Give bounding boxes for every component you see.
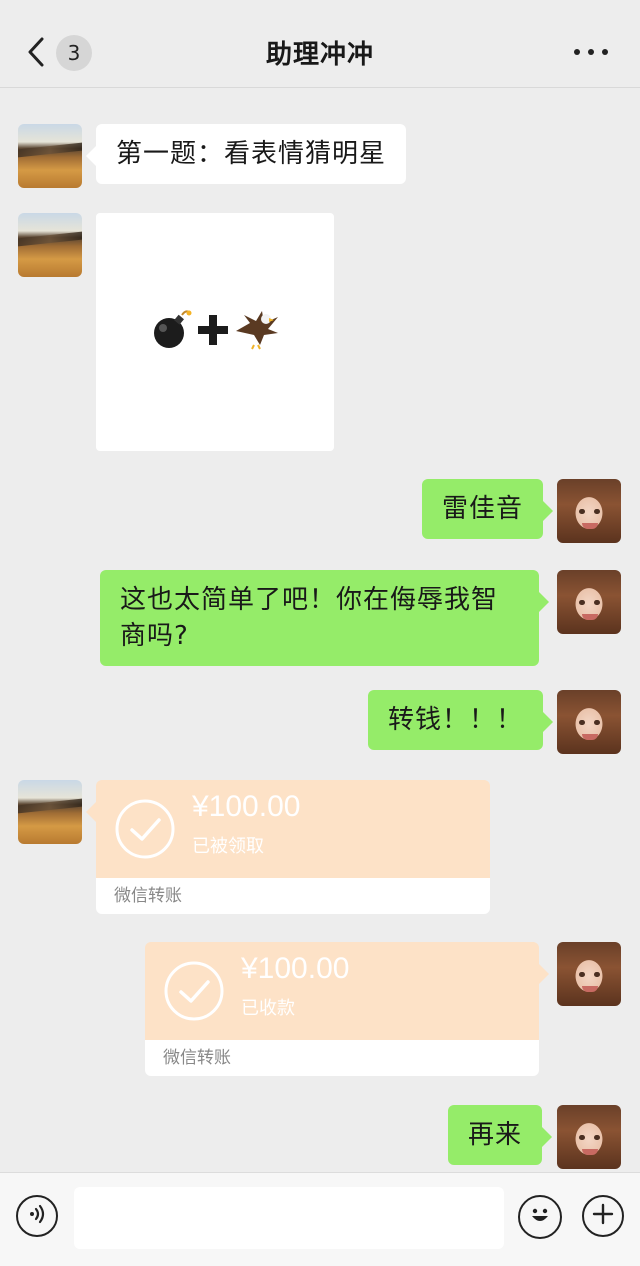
message-bubble[interactable]: 转钱！！！ (368, 690, 554, 750)
plus-icon (591, 1202, 615, 1230)
avatar[interactable] (557, 942, 621, 1006)
transfer-card-body: ¥100.00 已收款 (145, 942, 539, 1040)
message-input[interactable] (74, 1187, 504, 1249)
transfer-amount: ¥100.00 (241, 952, 350, 985)
eagle-icon (234, 309, 280, 355)
transfer-status: 已被领取 (192, 836, 264, 857)
check-circle-icon (163, 960, 225, 1022)
avatar[interactable] (18, 780, 82, 844)
message-bubble[interactable]: 这也太简单了吧！你在侮辱我智商吗? (100, 570, 549, 666)
transfer-card[interactable]: ¥100.00 已被领取 微信转账 (96, 780, 490, 914)
bubble-tail (86, 802, 96, 822)
avatar[interactable] (18, 213, 82, 277)
more-options-button[interactable] (574, 40, 608, 64)
avatar[interactable] (557, 479, 621, 543)
input-bar (0, 1172, 640, 1266)
transfer-status: 已收款 (241, 998, 295, 1019)
navigation-bar: 3 助理冲冲 (0, 0, 640, 88)
bomb-icon (150, 309, 192, 355)
emoji-puzzle (150, 309, 280, 355)
bubble-tail (539, 964, 549, 984)
transfer-card-body: ¥100.00 已被领取 (96, 780, 490, 878)
message-bubble[interactable]: 第一题：看表情猜明星 (85, 124, 407, 184)
avatar[interactable] (557, 690, 621, 754)
transfer-footer: 微信转账 (145, 1040, 539, 1076)
avatar[interactable] (557, 570, 621, 634)
sticker-image-message[interactable] (96, 213, 334, 451)
more-dots-icon (574, 49, 580, 55)
transfer-footer: 微信转账 (96, 878, 490, 914)
plus-sign-icon (196, 313, 230, 351)
message-bubble[interactable]: 雷佳音 (422, 479, 554, 539)
voice-icon (26, 1203, 48, 1229)
check-circle-icon (114, 798, 176, 860)
emoji-icon (526, 1201, 554, 1233)
transfer-card[interactable]: ¥100.00 已收款 微信转账 (145, 942, 539, 1076)
avatar[interactable] (557, 1105, 621, 1169)
emoji-button[interactable] (518, 1195, 562, 1239)
voice-button[interactable] (16, 1195, 58, 1237)
avatar[interactable] (18, 124, 82, 188)
message-bubble[interactable]: 再来 (448, 1105, 553, 1165)
plus-button[interactable] (582, 1195, 624, 1237)
transfer-amount: ¥100.00 (192, 790, 301, 823)
chat-title: 助理冲冲 (265, 40, 374, 70)
